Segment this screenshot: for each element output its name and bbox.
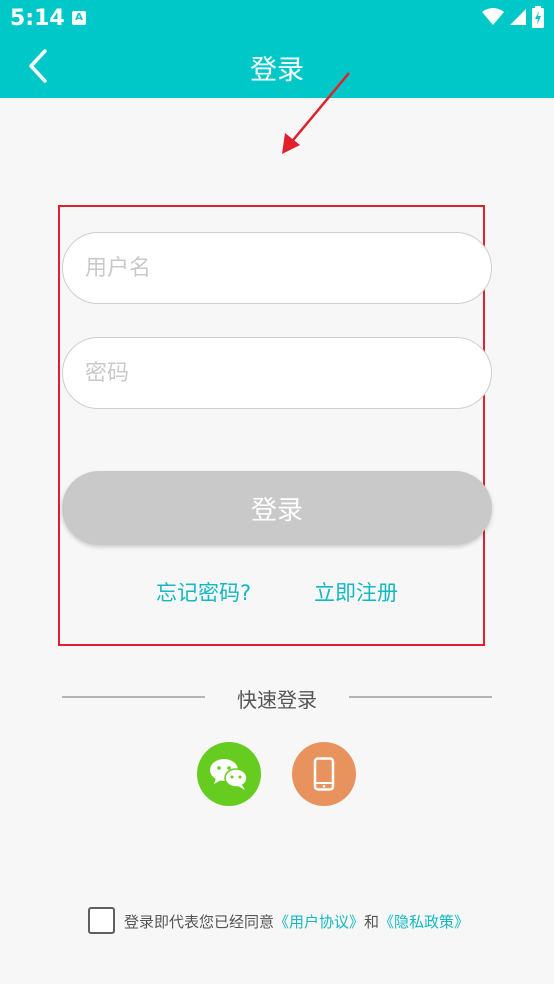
- password-input[interactable]: [62, 337, 492, 409]
- phone-icon: [313, 757, 335, 791]
- status-time: 5:14: [10, 6, 65, 31]
- battery-icon: [532, 6, 544, 28]
- wechat-login-button[interactable]: [197, 742, 261, 806]
- username-input[interactable]: [62, 232, 492, 304]
- forgot-password-link[interactable]: 忘记密码?: [156, 577, 251, 607]
- wechat-icon: [210, 759, 248, 790]
- annotation-arrow: [282, 72, 350, 154]
- login-screen: 5:14 A 登录 登录 忘记密码?: [0, 0, 554, 984]
- register-link[interactable]: 立即注册: [314, 577, 398, 607]
- quick-login-label: 快速登录: [237, 688, 317, 712]
- privacy-policy-link[interactable]: 《隐私政策》: [379, 913, 469, 931]
- status-icons: [481, 6, 544, 30]
- agreement-conjunction: 和: [364, 913, 380, 931]
- agreement-text: 登录即代表您已经同意《用户协议》和《隐私政策》: [124, 911, 469, 932]
- agreement-prefix: 登录即代表您已经同意: [124, 913, 275, 931]
- notification-icon: A: [72, 11, 86, 25]
- user-agreement-link[interactable]: 《用户协议》: [274, 913, 364, 931]
- wifi-icon: [481, 8, 504, 25]
- divider-right: [349, 696, 492, 698]
- login-button[interactable]: 登录: [62, 471, 492, 545]
- signal-icon: [509, 9, 526, 25]
- agreement-checkbox[interactable]: [88, 907, 115, 934]
- phone-login-button[interactable]: [292, 742, 356, 806]
